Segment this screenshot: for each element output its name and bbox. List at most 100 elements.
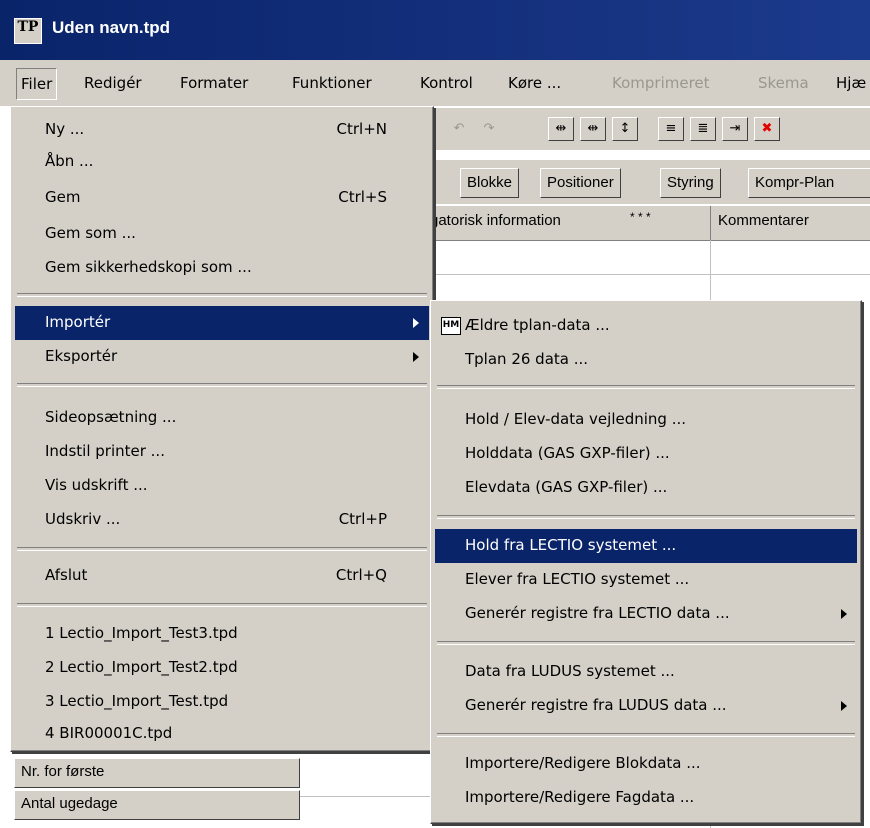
menu-item-label: Generér registre fra LECTIO data ... [465,604,730,622]
submenu-item-elevdata[interactable]: Elevdata (GAS GXP-filer) ... [435,471,857,505]
menu-item-label: Udskriv ... [45,510,121,528]
toolbar: ↶ ↷ ⇹ ⇹ ↕ ≡ ≣ ⇥ ✖ [430,108,870,150]
fit-height-icon[interactable]: ↕ [612,117,638,141]
undo-icon[interactable]: ↶ [446,117,472,141]
menu-item-label: 1 Lectio_Import_Test3.tpd [45,624,238,642]
menu-item-recent-3[interactable]: 3 Lectio_Import_Test.tpd [15,685,429,719]
delete-icon[interactable]: ✖ [754,117,780,141]
tab-positioner[interactable]: Positioner [540,168,621,198]
grid-hline [430,274,870,275]
menu-item-gem-sikkerhedskopi[interactable]: Gem sikkerhedskopi som ... [15,251,429,285]
menu-item-label: Afslut [45,566,88,584]
menu-item-label: Sideopsætning ... [45,408,177,426]
submenu-item-vejledning[interactable]: Hold / Elev-data vejledning ... [435,403,857,437]
insert-row-icon[interactable]: ⇥ [722,117,748,141]
menu-bar: Filer Redigér Formater Funktioner Kontro… [0,60,870,106]
tab-strip: Blokke Positioner Styring Kompr-Plan [430,160,870,204]
menu-item-label: Indstil printer ... [45,442,165,460]
submenu-item-holddata[interactable]: Holddata (GAS GXP-filer) ... [435,437,857,471]
align-middle-icon[interactable]: ≣ [690,117,716,141]
menu-item-label: 4 BIR00001C.tpd [45,724,173,742]
submenu-arrow-icon [841,609,847,619]
tab-styring[interactable]: Styring [660,168,721,198]
submenu-item-hold-lectio[interactable]: Hold fra LECTIO systemet ... [435,529,857,563]
menu-item-ny[interactable]: Ny ... Ctrl+N [15,113,429,147]
menu-item-indstil-printer[interactable]: Indstil printer ... [15,435,429,469]
menu-item-label: 3 Lectio_Import_Test.tpd [45,692,229,710]
tab-kompr-plan[interactable]: Kompr-Plan [748,168,870,198]
menu-komprimeret[interactable]: Komprimeret [612,74,710,92]
align-top-icon[interactable]: ≡ [658,117,684,141]
menu-rediger[interactable]: Redigér [84,74,142,92]
submenu-item-generer-lectio[interactable]: Generér registre fra LECTIO data ... [435,597,857,631]
submenu-item-generer-ludus[interactable]: Generér registre fra LUDUS data ... [435,689,857,723]
menu-kore[interactable]: Køre ... [508,74,561,92]
menu-item-recent-1[interactable]: 1 Lectio_Import_Test3.tpd [15,617,429,651]
menu-kontrol[interactable]: Kontrol [420,74,473,92]
submenu-arrow-icon [413,352,419,362]
menu-item-udskriv[interactable]: Udskriv ... Ctrl+P [15,503,429,537]
tab-blokke[interactable]: Blokke [460,168,520,198]
header-kommentarer: Kommentarer [718,212,809,229]
menu-item-label: Tplan 26 data ... [465,350,589,368]
menu-item-abn[interactable]: Åbn ... [15,145,429,179]
menu-item-label: Elevdata (GAS GXP-filer) ... [465,478,668,496]
menu-item-gem[interactable]: Gem Ctrl+S [15,181,429,215]
menu-separator [437,515,855,519]
shortcut-label: Ctrl+Q [335,566,387,584]
menu-funktioner[interactable]: Funktioner [292,74,372,92]
menu-item-vis-udskrift[interactable]: Vis udskrift ... [15,469,429,503]
label-nr-forste: Nr. for første [14,758,300,788]
label-antal-ugedage: Antal ugedage [14,790,300,820]
window-title: Uden navn.tpd [52,18,171,37]
menu-item-recent-4[interactable]: 4 BIR00001C.tpd [15,717,429,751]
fit-columns-icon[interactable]: ⇹ [580,117,606,141]
submenu-item-blokdata[interactable]: Importere/Redigere Blokdata ... [435,747,857,781]
menu-item-label: Ældre tplan-data ... [465,316,610,334]
submenu-item-tplan26[interactable]: Tplan 26 data ... [435,343,857,377]
shortcut-label: Ctrl+N [336,120,387,138]
redo-icon[interactable]: ↷ [476,117,502,141]
shortcut-label: Ctrl+P [338,510,387,528]
submenu-arrow-icon [413,318,419,328]
header-info: gatorisk information [430,212,561,229]
menu-item-recent-2[interactable]: 2 Lectio_Import_Test2.tpd [15,651,429,685]
menu-item-label: Hold / Elev-data vejledning ... [465,410,687,428]
menu-separator [17,603,427,607]
shortcut-label: Ctrl+S [338,188,387,206]
menu-item-afslut[interactable]: Afslut Ctrl+Q [15,559,429,593]
submenu-item-elever-lectio[interactable]: Elever fra LECTIO systemet ... [435,563,857,597]
app-icon: TP [14,18,42,44]
menu-item-label: Data fra LUDUS systemet ... [465,662,675,680]
menu-item-label: Hold fra LECTIO systemet ... [465,536,677,554]
menu-item-label: Vis udskrift ... [45,476,148,494]
menu-separator [437,641,855,645]
menu-item-label: Gem som ... [45,224,136,242]
submenu-arrow-icon [841,701,847,711]
menu-item-label: Gem [45,188,81,206]
submenu-item-aeldre-tplan[interactable]: HM Ældre tplan-data ... [435,309,857,343]
submenu-item-fagdata[interactable]: Importere/Redigere Fagdata ... [435,781,857,815]
import-submenu: HM Ældre tplan-data ... Tplan 26 data ..… [430,300,862,824]
header-divider [710,206,711,240]
menu-item-importer[interactable]: Importér [15,306,429,340]
menu-item-label: 2 Lectio_Import_Test2.tpd [45,658,238,676]
menu-item-label: Importere/Redigere Fagdata ... [465,788,695,806]
fit-width-icon[interactable]: ⇹ [548,117,574,141]
menu-formater[interactable]: Formater [180,74,248,92]
grid-header: gatorisk information * * * Kommentarer [430,206,870,241]
menu-item-sideopsaetning[interactable]: Sideopsætning ... [15,401,429,435]
menu-item-eksporter[interactable]: Eksportér [15,340,429,374]
menu-item-label: Ny ... [45,120,85,138]
menu-filer[interactable]: Filer [16,68,58,100]
menu-skema[interactable]: Skema [758,74,809,92]
menu-item-label: Eksportér [45,347,118,365]
menu-separator [17,383,427,387]
menu-item-label: Generér registre fra LUDUS data ... [465,696,727,714]
menu-item-gem-som[interactable]: Gem som ... [15,217,429,251]
submenu-item-ludus[interactable]: Data fra LUDUS systemet ... [435,655,857,689]
menu-hjaelp[interactable]: Hjæ [836,74,866,92]
menu-separator [437,733,855,737]
menu-item-label: Gem sikkerhedskopi som ... [45,258,252,276]
menu-item-label: Importér [45,313,111,331]
